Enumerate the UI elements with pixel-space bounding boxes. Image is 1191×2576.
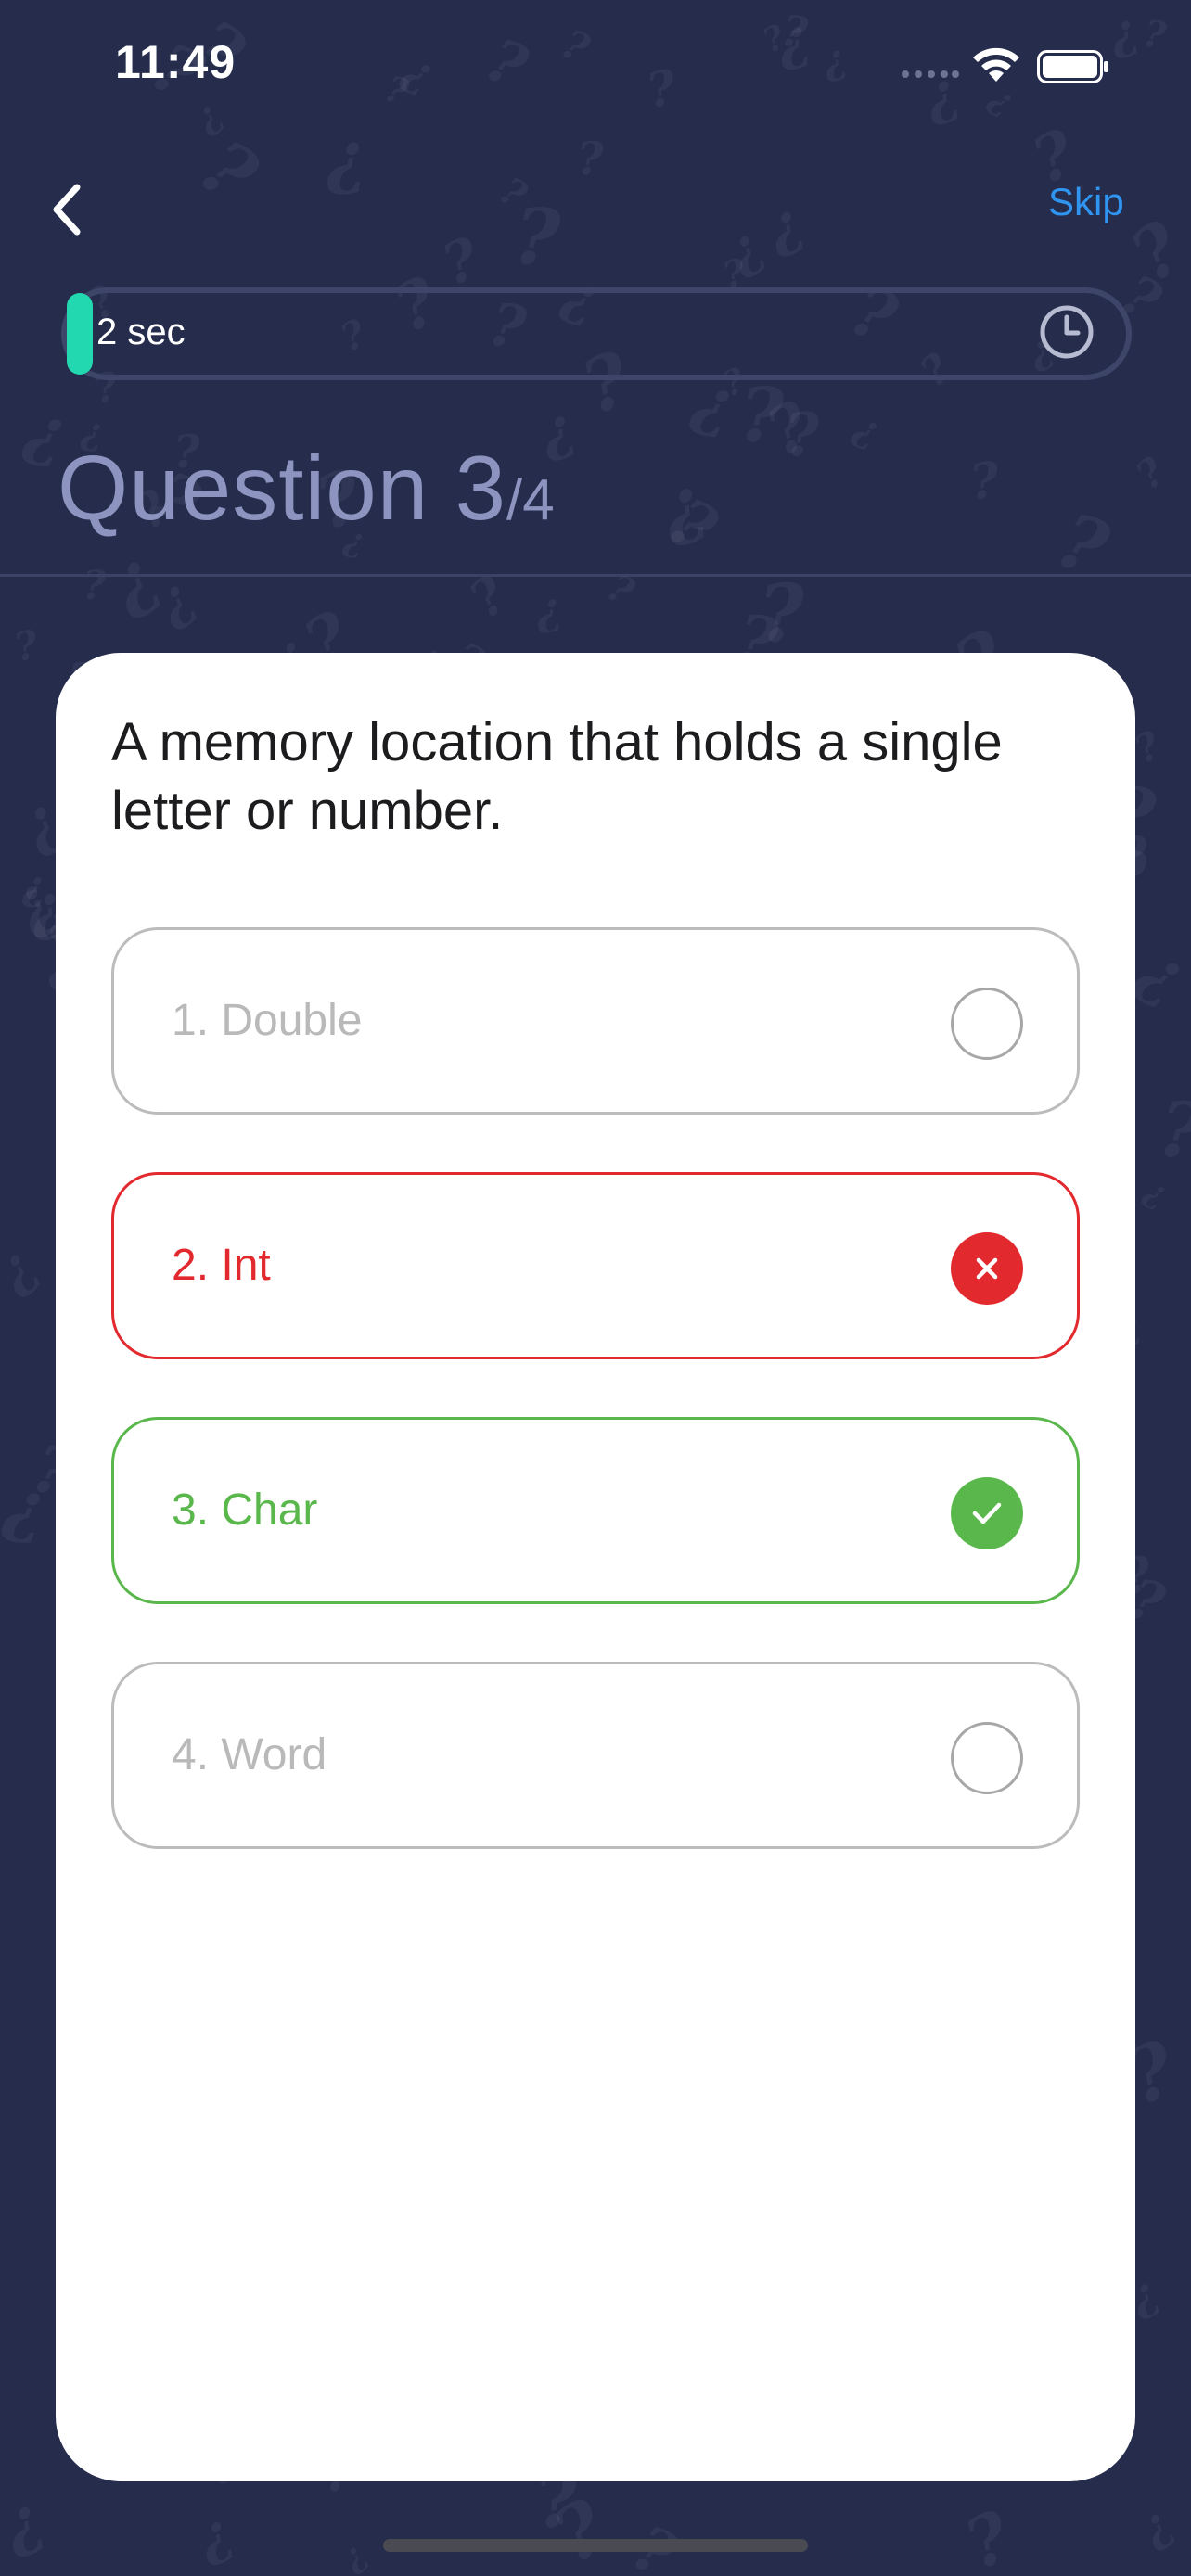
timer-progress-fill: [67, 293, 93, 375]
question-mark-glyph: ¿: [1125, 928, 1191, 1016]
question-mark-glyph: ?: [576, 131, 605, 186]
question-mark-glyph: ¿: [1138, 1170, 1174, 1215]
battery-icon: [1037, 50, 1108, 83]
question-mark-glyph: ¿: [21, 862, 46, 911]
status-time: 11:49: [115, 36, 237, 88]
question-mark-glyph: ¿: [94, 533, 172, 626]
answer-option-4[interactable]: 4. Word: [111, 1662, 1080, 1849]
question-mark-glyph: ?: [954, 2495, 1023, 2576]
question-mark-glyph: ¿: [0, 1463, 53, 1550]
answer-option-label: 3. Char: [172, 1486, 318, 1535]
answer-option-3[interactable]: 3. Char: [111, 1417, 1080, 1604]
timer-progress-bar: 2 sec: [61, 287, 1132, 380]
question-mark-glyph: ¿: [1128, 2496, 1183, 2556]
question-mark-glyph: ¿: [715, 215, 774, 284]
answer-option-2[interactable]: 2. Int: [111, 1172, 1080, 1359]
question-mark-glyph: ?: [783, 400, 821, 471]
question-mark-glyph: ?: [599, 565, 642, 615]
question-mark-glyph: ?: [1154, 1082, 1191, 1179]
question-mark-glyph: ¿: [187, 2500, 241, 2570]
question-mark-glyph: ?: [967, 451, 1003, 512]
question-number: Question 3: [58, 437, 506, 539]
question-mark-glyph: ?: [1045, 495, 1120, 595]
question-mark-glyph: ?: [1116, 206, 1191, 299]
answer-option-label: 2. Int: [172, 1241, 271, 1290]
answer-option-label: 4. Word: [172, 1730, 327, 1779]
home-indicator: [383, 2539, 808, 2552]
status-bar: 11:49: [0, 0, 1191, 139]
chevron-left-icon: [53, 184, 81, 236]
clock-icon: [1040, 305, 1094, 359]
question-card: A memory location that holds a single le…: [56, 653, 1135, 2481]
back-button[interactable]: [33, 172, 98, 247]
question-mark-glyph: ¿: [847, 403, 888, 454]
heading-divider: [0, 574, 1191, 577]
question-mark-glyph: ¿: [0, 1234, 48, 1303]
question-mark-glyph: ?: [538, 2482, 622, 2576]
question-mark-glyph: ?: [655, 481, 731, 568]
correct-answer-badge: [951, 1477, 1023, 1549]
answer-option-1[interactable]: 1. Double: [111, 927, 1080, 1115]
skip-button[interactable]: Skip: [1048, 180, 1124, 224]
question-mark-glyph: ?: [9, 620, 44, 671]
question-mark-glyph: ¿: [757, 189, 812, 263]
question-mark-glyph: ?: [510, 189, 563, 285]
radio-empty-icon: [951, 1722, 1023, 1794]
question-mark-glyph: ?: [1127, 448, 1174, 499]
question-mark-glyph: ?: [737, 371, 786, 461]
question-total: /4: [506, 468, 555, 532]
question-mark-glyph: ¿: [334, 2535, 374, 2576]
question-counter: Question 3/4: [58, 436, 555, 541]
check-icon: [972, 1502, 1002, 1524]
radio-empty-icon: [951, 988, 1023, 1060]
close-icon: [976, 1257, 998, 1280]
timer-text: 2 sec: [96, 312, 186, 352]
question-mark-glyph: ?: [754, 387, 823, 471]
answer-option-label: 1. Double: [172, 996, 363, 1045]
question-mark-glyph: ?: [756, 566, 808, 662]
wifi-icon: [973, 47, 1019, 82]
cellular-signal-icon: [902, 70, 959, 78]
wrong-answer-badge: [951, 1232, 1023, 1305]
question-mark-glyph: ¿: [649, 460, 715, 553]
question-mark-glyph: ?: [83, 563, 107, 609]
question-text: A memory location that holds a single le…: [111, 712, 1003, 841]
question-mark-glyph: ?: [491, 168, 535, 218]
question-mark-glyph: ¿: [533, 582, 565, 637]
question-mark-glyph: ¿: [0, 2480, 53, 2563]
